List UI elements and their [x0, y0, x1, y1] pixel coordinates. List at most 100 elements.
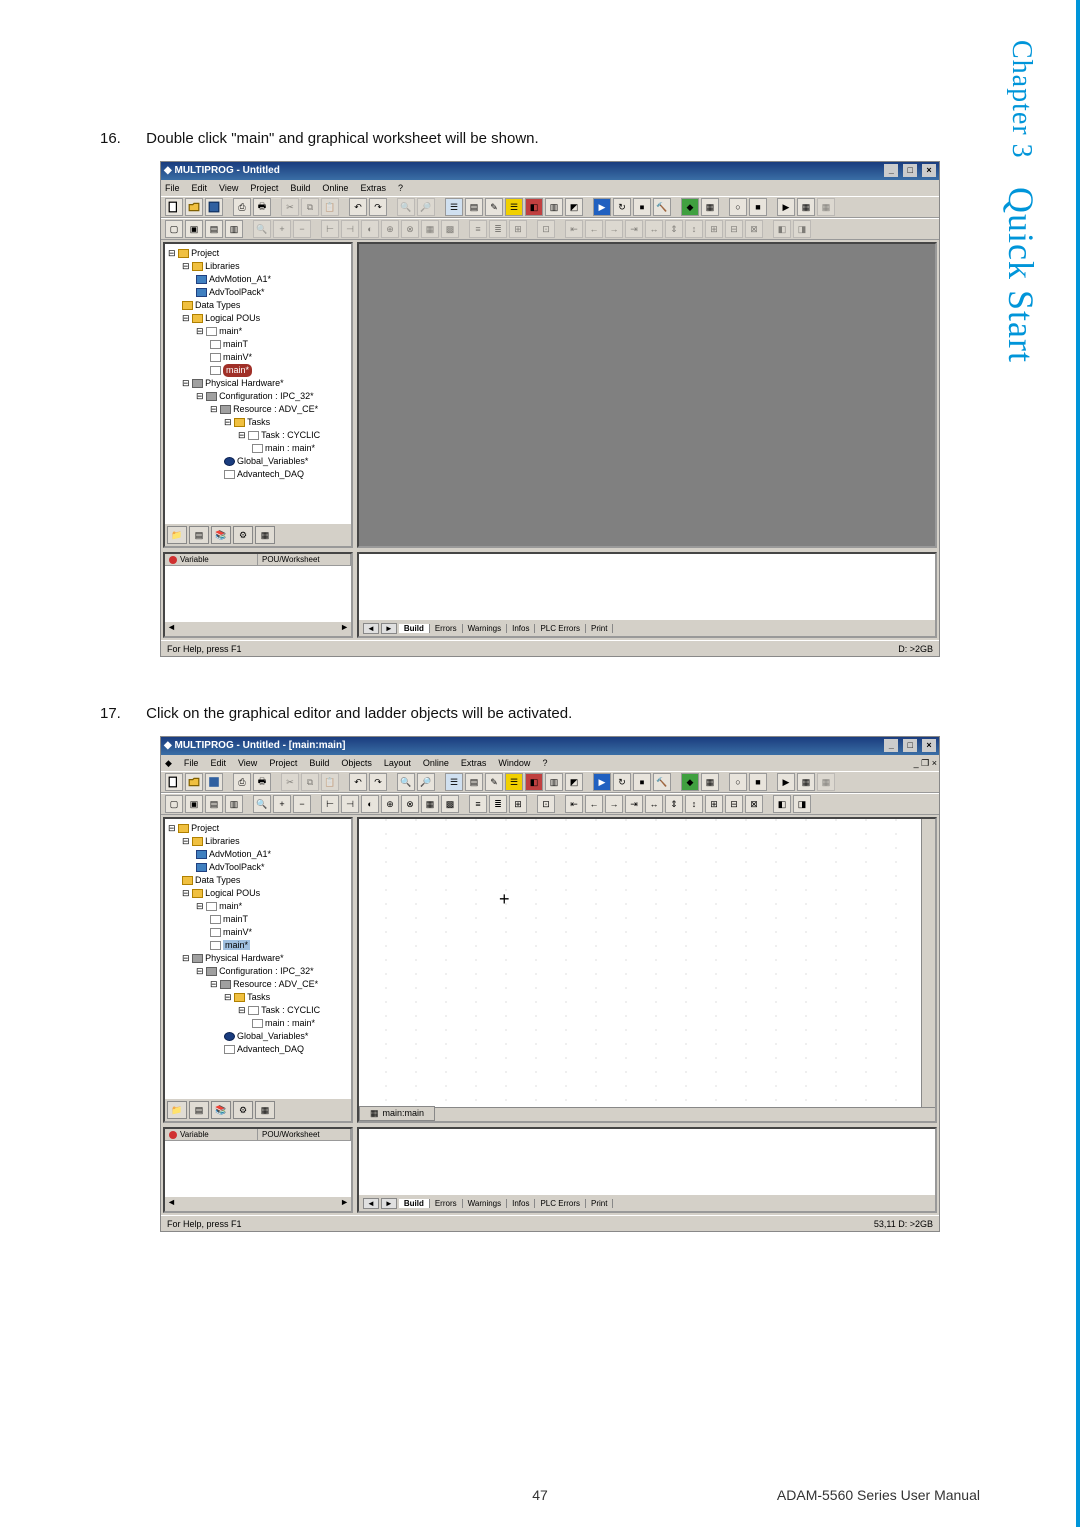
find-icon-2[interactable]: 🔍 — [397, 773, 415, 791]
menu-online-2[interactable]: Online — [423, 755, 449, 771]
drag-icon[interactable]: ☰ — [505, 198, 523, 216]
tree-tab-instance-icon[interactable]: ▦ — [255, 526, 275, 544]
hscroll-right-icon-2[interactable]: ► — [340, 1197, 349, 1211]
tree-icon-2[interactable]: ☰ — [445, 773, 463, 791]
stop-build-icon-2[interactable]: ⏹ — [633, 773, 651, 791]
menu-view[interactable]: View — [219, 180, 238, 196]
plc-connect-icon[interactable]: ◆ — [681, 198, 699, 216]
msg-tab-infos-2[interactable]: Infos — [507, 1199, 535, 1208]
new-icon-2[interactable] — [165, 773, 183, 791]
menu-help-2[interactable]: ? — [542, 755, 547, 771]
var-col-variable-2[interactable]: Variable — [165, 1129, 258, 1140]
msg-tab-warnings[interactable]: Warnings — [463, 624, 508, 633]
tree-mainV-2[interactable]: mainV* — [223, 927, 252, 937]
navb-5-icon[interactable]: ↔ — [645, 795, 663, 813]
msg-tab-plcerrors-2[interactable]: PLC Errors — [535, 1199, 586, 1208]
t2-3-icon[interactable]: ▤ — [205, 220, 223, 238]
mdi-icon[interactable]: ◆ — [165, 755, 172, 771]
tree-logical-2[interactable]: Logical POUs — [205, 888, 260, 898]
menu-extras-2[interactable]: Extras — [461, 755, 487, 771]
menu-help[interactable]: ? — [398, 180, 403, 196]
msg-tab-print[interactable]: Print — [586, 624, 613, 633]
tree-config-2[interactable]: Configuration : IPC_32* — [219, 966, 314, 976]
menu-project[interactable]: Project — [250, 180, 278, 196]
hscroll-right-icon[interactable]: ► — [340, 622, 349, 636]
tree-tab-hw-icon-2[interactable]: ⚙ — [233, 1101, 253, 1119]
navb-4-icon[interactable]: ⇥ — [625, 795, 643, 813]
t2b-3-icon[interactable]: ▤ — [205, 795, 223, 813]
tree-tab-lib-icon[interactable]: 📚 — [211, 526, 231, 544]
plc-icon[interactable]: ▦ — [701, 198, 719, 216]
menu-build-2[interactable]: Build — [309, 755, 329, 771]
print-icon[interactable]: 🖶 — [253, 198, 271, 216]
pane3-icon[interactable]: ◧ — [525, 198, 543, 216]
rebuild-icon-2[interactable]: ↻ — [613, 773, 631, 791]
menu-layout-2[interactable]: Layout — [384, 755, 411, 771]
redo-icon[interactable]: ↷ — [369, 198, 387, 216]
hscroll[interactable] — [359, 1107, 935, 1121]
net-above-icon[interactable]: ≡ — [469, 795, 487, 813]
graphical-editor[interactable]: + ▦main:main — [357, 817, 937, 1123]
t2b-2-icon[interactable]: ▣ — [185, 795, 203, 813]
contact-icon[interactable]: ⊢ — [321, 795, 339, 813]
flag1-icon[interactable]: ○ — [729, 198, 747, 216]
tree-lib1[interactable]: AdvMotion_A1* — [209, 274, 271, 284]
tree-tab-hw-icon[interactable]: ⚙ — [233, 526, 253, 544]
menu-file-2[interactable]: File — [184, 755, 199, 771]
extb-2-icon[interactable]: ◨ — [793, 795, 811, 813]
tree-tasks[interactable]: Tasks — [247, 417, 270, 427]
navb-10-icon[interactable]: ⊠ — [745, 795, 763, 813]
net-below-icon[interactable]: ≣ — [489, 795, 507, 813]
tree-logical[interactable]: Logical POUs — [205, 313, 260, 323]
print-icon-2[interactable]: 🖶 — [253, 773, 271, 791]
tree-task-2[interactable]: Task : CYCLIC — [261, 1005, 320, 1015]
zoomin-icon-2[interactable]: + — [273, 795, 291, 813]
var-col-pou-2[interactable]: POU/Worksheet — [258, 1129, 351, 1140]
msg-prev-icon-2[interactable]: ◄ — [363, 1198, 379, 1209]
tree-libraries-2[interactable]: Libraries — [205, 836, 240, 846]
tree-tab-instance-icon-2[interactable]: ▦ — [255, 1101, 275, 1119]
navb-2-icon[interactable]: ← — [585, 795, 603, 813]
plc-connect-icon-2[interactable]: ◆ — [681, 773, 699, 791]
menu-extras[interactable]: Extras — [360, 180, 386, 196]
undo-icon[interactable]: ↶ — [349, 198, 367, 216]
rebuild-icon[interactable]: ↻ — [613, 198, 631, 216]
flag2-icon-2[interactable]: ■ — [749, 773, 767, 791]
tree-resource-2[interactable]: Resource : ADV_CE* — [233, 979, 318, 989]
t2b-1-icon[interactable]: ▢ — [165, 795, 183, 813]
stop-build-icon[interactable]: ⏹ — [633, 198, 651, 216]
tree-globals[interactable]: Global_Variables* — [237, 456, 308, 466]
plc-icon-2[interactable]: ▦ — [701, 773, 719, 791]
menu-build[interactable]: Build — [290, 180, 310, 196]
navb-3-icon[interactable]: → — [605, 795, 623, 813]
menu-project-2[interactable]: Project — [269, 755, 297, 771]
tree-physical-2[interactable]: Physical Hardware* — [205, 953, 284, 963]
navb-8-icon[interactable]: ⊞ — [705, 795, 723, 813]
go-icon-2[interactable]: ▶ — [777, 773, 795, 791]
menu-file[interactable]: File — [165, 180, 180, 196]
mdi-close-icon[interactable]: × — [932, 758, 937, 768]
tree-daq-2[interactable]: Advantech_DAQ — [237, 1044, 304, 1054]
tree-tab-project-icon[interactable]: 📁 — [167, 526, 187, 544]
tree-icon[interactable]: ☰ — [445, 198, 463, 216]
list-icon-2[interactable]: ▤ — [465, 773, 483, 791]
tree-tab-project-icon-2[interactable]: 📁 — [167, 1101, 187, 1119]
coil-icon[interactable]: ◐ — [361, 795, 379, 813]
menu-online[interactable]: Online — [322, 180, 348, 196]
pane5-icon-2[interactable]: ◩ — [565, 773, 583, 791]
menu-objects-2[interactable]: Objects — [341, 755, 372, 771]
tree-globals-2[interactable]: Global_Variables* — [237, 1031, 308, 1041]
project-tree[interactable]: ⊟ Project ⊟ Libraries AdvMotion_A1* AdvT… — [165, 244, 351, 484]
msg-next-icon[interactable]: ► — [381, 623, 397, 634]
msg-tab-errors-2[interactable]: Errors — [430, 1199, 463, 1208]
t2-4-icon[interactable]: ▥ — [225, 220, 243, 238]
new-icon[interactable] — [165, 198, 183, 216]
menu-window-2[interactable]: Window — [498, 755, 530, 771]
tree-mainT[interactable]: mainT — [223, 339, 248, 349]
tree-datatypes-2[interactable]: Data Types — [195, 875, 240, 885]
msg-tab-warnings-2[interactable]: Warnings — [463, 1199, 508, 1208]
msg-next-icon-2[interactable]: ► — [381, 1198, 397, 1209]
tree-taskmain-2[interactable]: main : main* — [265, 1018, 315, 1028]
net-toggle-icon[interactable]: ⊞ — [509, 795, 527, 813]
tree-resource[interactable]: Resource : ADV_CE* — [233, 404, 318, 414]
